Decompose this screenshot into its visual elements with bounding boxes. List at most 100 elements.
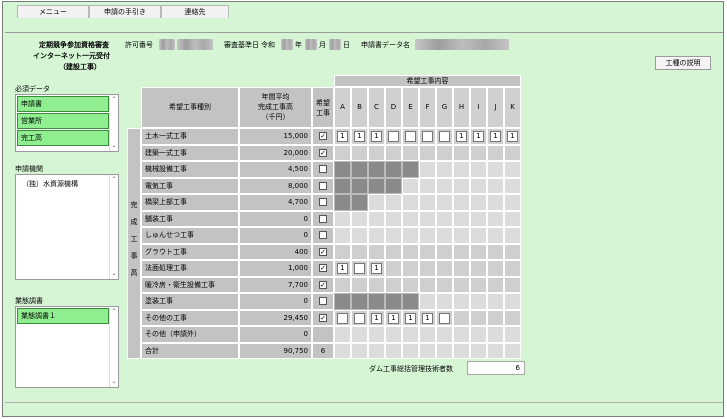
content-cell-H[interactable]: [453, 144, 470, 161]
content-value-input[interactable]: 1: [388, 312, 399, 324]
content-cell-A[interactable]: 1: [334, 260, 351, 277]
desired-work-checkbox[interactable]: ✓: [319, 313, 327, 322]
dam-engineer-count-field[interactable]: 6: [467, 361, 525, 375]
list-item-completed-work[interactable]: 完工高: [17, 130, 109, 146]
list-item-agency[interactable]: （独）水資源機構: [22, 179, 78, 189]
content-cell-G[interactable]: [436, 260, 453, 277]
content-value-input[interactable]: 1: [456, 131, 467, 142]
content-value-input[interactable]: [337, 312, 348, 324]
content-cell-E[interactable]: [402, 276, 419, 293]
permit-number-prefix-field[interactable]: [159, 39, 175, 50]
content-cell-D[interactable]: 1: [385, 309, 402, 326]
content-cell-C[interactable]: 1: [368, 309, 385, 326]
content-cell-C[interactable]: [368, 144, 385, 161]
review-day-field[interactable]: [329, 39, 341, 50]
desired-work-checkbox[interactable]: ✓: [319, 148, 327, 157]
content-value-input[interactable]: 1: [473, 131, 484, 142]
content-cell-E[interactable]: [402, 260, 419, 277]
content-value-input[interactable]: 1: [422, 312, 433, 324]
content-value-input[interactable]: 1: [371, 312, 382, 324]
content-cell-E[interactable]: [402, 144, 419, 161]
content-cell-F[interactable]: [419, 128, 436, 145]
content-value-input[interactable]: 1: [371, 131, 382, 142]
content-cell-J[interactable]: [487, 309, 504, 326]
content-value-input[interactable]: 1: [371, 263, 382, 274]
review-year-field[interactable]: [281, 39, 293, 50]
content-cell-C[interactable]: 1: [368, 128, 385, 145]
content-cell-A[interactable]: [334, 243, 351, 260]
list-item-survey[interactable]: 業態調書１: [17, 308, 109, 324]
content-cell-H[interactable]: [453, 243, 470, 260]
content-cell-D[interactable]: [385, 243, 402, 260]
menu-tab-contact[interactable]: 連絡先: [161, 5, 229, 18]
content-cell-E[interactable]: 1: [402, 309, 419, 326]
content-cell-I[interactable]: [470, 276, 487, 293]
content-cell-E[interactable]: [402, 243, 419, 260]
content-value-input[interactable]: 1: [507, 131, 518, 142]
content-cell-C[interactable]: 1: [368, 260, 385, 277]
content-cell-E[interactable]: [402, 128, 419, 145]
content-cell-F[interactable]: [419, 243, 436, 260]
content-value-input[interactable]: [354, 263, 365, 274]
content-cell-F[interactable]: [419, 144, 436, 161]
permit-number-field[interactable]: [177, 39, 213, 50]
content-cell-B[interactable]: [351, 276, 368, 293]
content-cell-J[interactable]: 1: [487, 128, 504, 145]
content-cell-C[interactable]: [368, 276, 385, 293]
review-month-field[interactable]: [305, 39, 317, 50]
desired-work-checkbox[interactable]: [319, 165, 327, 173]
content-cell-F[interactable]: 1: [419, 309, 436, 326]
desired-work-checkbox[interactable]: [319, 297, 327, 305]
menu-tab-guide[interactable]: 申請の手引き: [89, 5, 161, 18]
agency-scrollbar[interactable]: ⌃ ⌄: [109, 175, 118, 279]
list-item-application[interactable]: 申請書: [17, 96, 109, 112]
desired-work-checkbox[interactable]: [319, 231, 327, 239]
required-data-list[interactable]: 申請書 営業所 完工高 ⌃ ⌄: [15, 94, 119, 152]
content-value-input[interactable]: 1: [405, 312, 416, 324]
content-cell-I[interactable]: [470, 144, 487, 161]
desired-work-checkbox[interactable]: ✓: [319, 264, 327, 272]
content-cell-J[interactable]: [487, 276, 504, 293]
content-cell-D[interactable]: [385, 144, 402, 161]
content-cell-F[interactable]: [419, 260, 436, 277]
content-value-input[interactable]: [388, 131, 399, 142]
content-cell-G[interactable]: [436, 144, 453, 161]
content-cell-K[interactable]: [504, 309, 521, 326]
content-value-input[interactable]: 1: [490, 131, 501, 142]
content-cell-A[interactable]: [334, 309, 351, 326]
survey-list[interactable]: 業態調書１ ⌃ ⌄: [15, 306, 119, 388]
content-value-input[interactable]: [439, 131, 450, 142]
content-value-input[interactable]: [439, 312, 450, 324]
content-value-input[interactable]: 1: [354, 131, 365, 142]
content-cell-J[interactable]: [487, 243, 504, 260]
content-cell-J[interactable]: [487, 144, 504, 161]
desired-work-checkbox[interactable]: ✓: [319, 280, 327, 289]
content-cell-K[interactable]: 1: [504, 128, 521, 145]
content-cell-H[interactable]: 1: [453, 128, 470, 145]
data-name-field[interactable]: [415, 39, 509, 50]
content-cell-K[interactable]: [504, 260, 521, 277]
desired-work-checkbox[interactable]: ✓: [319, 247, 327, 256]
content-cell-D[interactable]: [385, 276, 402, 293]
content-cell-H[interactable]: [453, 309, 470, 326]
content-cell-K[interactable]: [504, 276, 521, 293]
content-cell-G[interactable]: [436, 276, 453, 293]
content-cell-B[interactable]: 1: [351, 128, 368, 145]
content-cell-G[interactable]: [436, 128, 453, 145]
content-cell-H[interactable]: [453, 260, 470, 277]
content-value-input[interactable]: [354, 312, 365, 324]
content-cell-B[interactable]: [351, 243, 368, 260]
content-cell-G[interactable]: [436, 309, 453, 326]
required-data-scrollbar[interactable]: ⌃ ⌄: [109, 95, 118, 151]
desired-work-checkbox[interactable]: [319, 181, 327, 190]
content-cell-I[interactable]: [470, 309, 487, 326]
menu-tab-menu[interactable]: メニュー: [17, 5, 89, 18]
work-type-explain-button[interactable]: 工種の説明: [655, 56, 711, 70]
agency-list[interactable]: （独）水資源機構 ⌃ ⌄: [15, 174, 119, 280]
desired-work-checkbox[interactable]: ✓: [319, 132, 327, 140]
content-cell-J[interactable]: [487, 260, 504, 277]
content-cell-A[interactable]: [334, 144, 351, 161]
survey-scrollbar[interactable]: ⌃ ⌄: [109, 307, 118, 387]
content-cell-C[interactable]: [368, 243, 385, 260]
content-cell-H[interactable]: [453, 276, 470, 293]
